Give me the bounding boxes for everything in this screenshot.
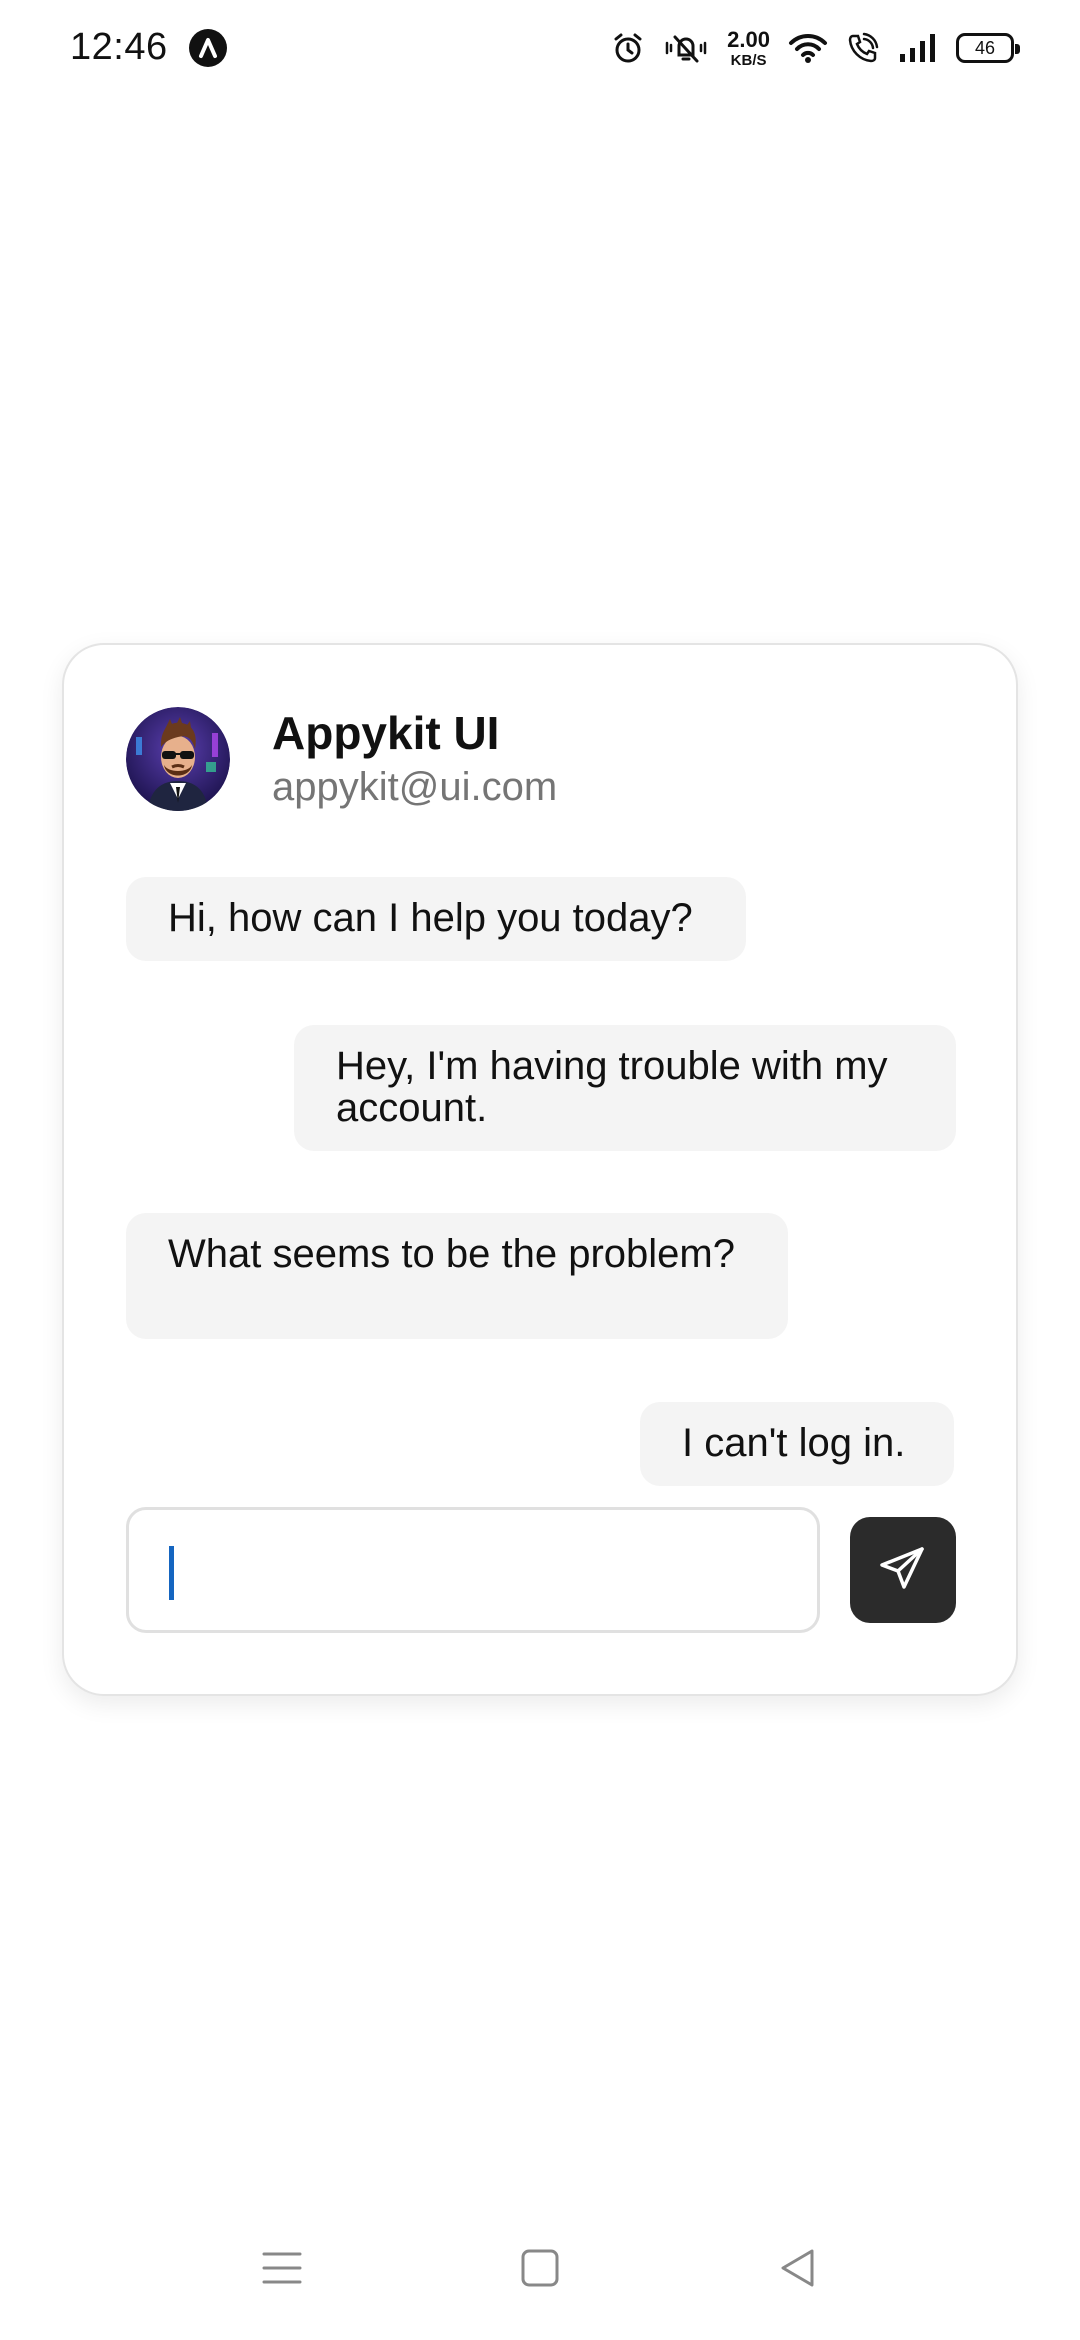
chat-card: Appykit UI appykit@ui.com Hi, how can I …: [62, 643, 1018, 1696]
message-bubble-received: Hi, how can I help you today?: [126, 877, 746, 961]
back-icon[interactable]: [778, 2248, 818, 2293]
net-speed-value: 2.00: [727, 26, 770, 52]
wifi-call-icon: [846, 31, 880, 65]
alarm-icon: [611, 31, 645, 65]
contact-name: Appykit UI: [272, 707, 500, 760]
chat-header: Appykit UI appykit@ui.com: [126, 707, 557, 811]
battery-icon: 46: [956, 33, 1020, 63]
wifi-icon: [788, 32, 828, 64]
message-bubble-received: What seems to be the problem?: [126, 1213, 788, 1339]
net-speed-unit: KB/S: [730, 51, 767, 69]
home-icon[interactable]: [520, 2248, 560, 2293]
message-bubble-sent: I can't log in.: [640, 1402, 954, 1486]
send-icon: [878, 1543, 928, 1598]
contact-info: Appykit UI appykit@ui.com: [272, 708, 557, 810]
net-speed: 2.00 KB/S: [727, 26, 770, 69]
text-caret: [169, 1546, 174, 1600]
message-input[interactable]: [126, 1507, 820, 1633]
signal-icon: [898, 32, 938, 64]
screen: 12:46 2.00 KB/S 46 Appykit UI appykit@ui…: [0, 0, 1080, 2340]
status-time: 12:46: [70, 26, 168, 68]
vibrate-icon: [663, 31, 709, 65]
app-badge-icon: [189, 29, 227, 67]
compose-row: [126, 1507, 956, 1633]
message-bubble-sent: Hey, I'm having trouble with my account.: [294, 1025, 956, 1151]
status-bar: 12:46 2.00 KB/S 46: [0, 0, 1080, 96]
avatar[interactable]: [126, 707, 230, 811]
status-icons: 2.00 KB/S 46: [611, 24, 1020, 72]
send-button[interactable]: [850, 1517, 956, 1623]
system-nav-bar: [0, 2230, 1080, 2320]
contact-email: appykit@ui.com: [272, 764, 558, 809]
menu-icon[interactable]: [262, 2248, 302, 2293]
